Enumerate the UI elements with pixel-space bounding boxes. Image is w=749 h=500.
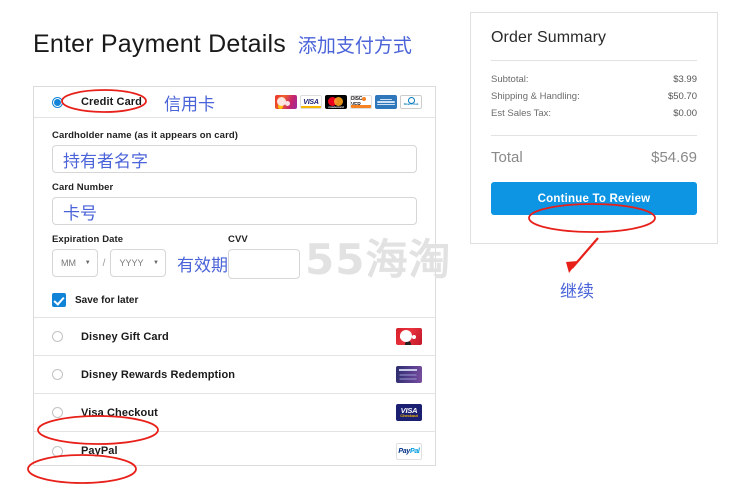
expiration-month-value: MM (61, 258, 76, 268)
disney-rewards-card-logo (396, 366, 422, 383)
order-summary-panel: Order Summary Subtotal: $3.99 Shipping &… (470, 12, 718, 244)
visa-logo: VISA (300, 95, 322, 109)
diners-club-logo: Diners Club (400, 95, 422, 109)
summary-line-subtotal: Subtotal: $3.99 (491, 74, 697, 85)
save-for-later-label: Save for later (75, 294, 139, 306)
payment-method-disney-rewards-redemption[interactable]: Disney Rewards Redemption (34, 356, 435, 394)
cvv-input[interactable] (228, 249, 300, 279)
payment-method-label-disney-gift-card: Disney Gift Card (81, 330, 169, 343)
payment-methods-panel: Credit Card 信用卡 VISA mastercard DISCVER … (33, 86, 436, 466)
visa-checkout-logo: VISA Checkout (396, 404, 422, 421)
summary-total-value: $54.69 (651, 149, 697, 166)
cvv-label: CVV (228, 234, 248, 245)
payment-method-visa-checkout[interactable]: Visa Checkout VISA Checkout (34, 394, 435, 432)
summary-value-tax: $0.00 (673, 108, 697, 119)
radio-visa-checkout[interactable] (52, 407, 63, 418)
expiration-label: Expiration Date (52, 234, 124, 245)
payment-page: 55海淘 Enter Payment Details 添加支付方式 Credit… (0, 0, 749, 500)
save-for-later-row[interactable]: Save for later (52, 293, 417, 307)
amex-logo (375, 95, 397, 109)
disney-rewards-card-logo-wrap (396, 366, 422, 383)
expiration-cvv-row: Expiration Date MM ▼ / YYYY ▼ 有效期 CVV (52, 234, 417, 279)
order-summary-title: Order Summary (491, 29, 607, 46)
expiration-separator: / (102, 257, 106, 269)
save-for-later-checkbox[interactable] (52, 293, 66, 307)
summary-total-row: Total $54.69 (491, 149, 697, 166)
cardholder-label: Cardholder name (as it appears on card) (52, 130, 239, 141)
radio-disney-rewards-redemption[interactable] (52, 369, 63, 380)
radio-paypal[interactable] (52, 445, 63, 457)
summary-line-shipping: Shipping & Handling: $50.70 (491, 91, 697, 102)
visa-checkout-logo-wrap: VISA Checkout (396, 404, 422, 421)
summary-label-shipping: Shipping & Handling: (491, 91, 580, 102)
expiration-year-select[interactable]: YYYY ▼ (110, 249, 166, 277)
payment-method-disney-gift-card[interactable]: Disney Gift Card (34, 318, 435, 356)
card-number-input[interactable]: 卡号 (52, 197, 417, 225)
cardholder-placeholder-annotation: 持有者名字 (63, 151, 148, 172)
summary-divider-bottom (491, 135, 697, 136)
card-number-label: Card Number (52, 182, 114, 193)
expiration-year-value: YYYY (119, 258, 144, 268)
credit-card-form: Cardholder name (as it appears on card) … (34, 118, 435, 318)
summary-label-subtotal: Subtotal: (491, 74, 529, 85)
payment-method-label-paypal: PayPal (81, 445, 118, 457)
page-title-row: Enter Payment Details 添加支付方式 (33, 30, 412, 59)
cardholder-field-group: Cardholder name (as it appears on card) … (52, 130, 417, 173)
disney-gift-card-logo-wrap (396, 328, 422, 345)
payment-method-label-visa-checkout: Visa Checkout (81, 406, 158, 419)
expiration-annotation: 有效期 (177, 255, 228, 276)
cvv-field-group: CVV (228, 234, 348, 279)
summary-value-subtotal: $3.99 (673, 74, 697, 85)
card-number-field-group: Card Number 卡号 (52, 182, 417, 225)
payment-method-label-credit-card: Credit Card (81, 96, 142, 108)
summary-line-tax: Est Sales Tax: $0.00 (491, 108, 697, 119)
continue-to-review-button[interactable]: Continue To Review (491, 182, 697, 215)
paypal-logo-wrap: Pay Pal (396, 442, 422, 460)
expiration-field-group: Expiration Date MM ▼ / YYYY ▼ 有效期 (52, 234, 228, 279)
disney-gift-card-logo (396, 328, 422, 345)
paypal-logo: Pay Pal (396, 442, 422, 460)
credit-card-brand-logos: VISA mastercard DISCVER Diners Club (275, 95, 422, 109)
payment-method-credit-card[interactable]: Credit Card 信用卡 VISA mastercard DISCVER … (34, 87, 435, 118)
cardholder-name-input[interactable]: 持有者名字 (52, 145, 417, 173)
summary-divider-top (491, 60, 697, 61)
radio-credit-card[interactable] (52, 96, 63, 108)
credit-card-annotation: 信用卡 (164, 94, 215, 115)
chevron-down-icon: ▼ (84, 260, 91, 266)
card-number-placeholder-annotation: 卡号 (63, 203, 97, 224)
payment-method-paypal[interactable]: PayPal Pay Pal (34, 432, 435, 470)
page-title-annotation: 添加支付方式 (297, 35, 412, 57)
discover-logo: DISCVER (350, 95, 372, 109)
continue-annotation: 继续 (560, 282, 594, 302)
summary-label-tax: Est Sales Tax: (491, 108, 552, 119)
summary-total-label: Total (491, 149, 523, 166)
chevron-down-icon: ▼ (153, 260, 159, 266)
payment-method-label-disney-rewards-redemption: Disney Rewards Redemption (81, 368, 236, 381)
expiration-selects: MM ▼ / YYYY ▼ 有效期 (52, 249, 228, 277)
summary-value-shipping: $50.70 (667, 91, 697, 102)
annotation-arrow-head (566, 261, 578, 273)
radio-disney-gift-card[interactable] (52, 331, 63, 342)
page-title: Enter Payment Details (33, 30, 286, 58)
mastercard-logo: mastercard (325, 95, 347, 109)
expiration-month-select[interactable]: MM ▼ (52, 249, 98, 277)
disney-visa-card-logo (275, 95, 297, 109)
